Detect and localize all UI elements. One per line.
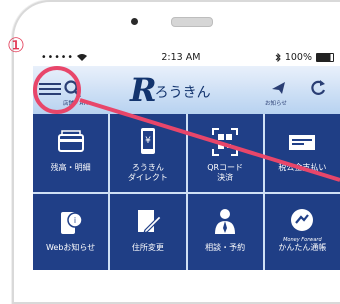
- step-number-badge: ①: [7, 33, 25, 57]
- battery-icon: [315, 52, 334, 62]
- highlight-circle: [33, 66, 81, 114]
- svg-text:¥: ¥: [145, 136, 151, 146]
- rokin-logo: R ろうきん: [130, 71, 211, 109]
- tile-label: 住所変更: [131, 243, 164, 252]
- tile-label: かんたん通帳: [278, 243, 327, 252]
- bluetooth-icon: [275, 52, 281, 62]
- menu-grid: 残高・明細 ¥ ろうきん ダイレクト QRコード 決済 税公金支払い i Web…: [33, 114, 340, 270]
- notice-label: お知らせ: [265, 101, 287, 107]
- wifi-icon: [77, 54, 88, 61]
- tile-tax[interactable]: 税公金支払い: [264, 114, 340, 192]
- tile-label: 税公金支払い: [278, 163, 327, 172]
- ticket-icon: [289, 135, 316, 150]
- speaker-grille: [171, 17, 213, 27]
- tile-label: ろうきん ダイレクト: [127, 163, 168, 182]
- refresh-icon[interactable]: [309, 79, 327, 97]
- status-bar: ••••• 2:13 AM 100%: [33, 48, 340, 66]
- edit-icon: [137, 210, 162, 234]
- camera-icon: [131, 18, 138, 25]
- phone-icon: ¥: [140, 128, 155, 154]
- status-time: 2:13 AM: [161, 51, 201, 63]
- tile-direct[interactable]: ¥ ろうきん ダイレクト: [110, 114, 186, 192]
- tile-easy-passbook[interactable]: Money Forward かんたん通帳: [264, 194, 340, 270]
- signal-icon: •••••: [41, 51, 75, 63]
- tile-label: Webお知らせ: [45, 243, 96, 252]
- tile-web-notice[interactable]: i Webお知らせ: [33, 194, 109, 270]
- consult-icon: [215, 209, 236, 234]
- tile-label: 残高・明細: [50, 163, 91, 172]
- money-forward-icon: [291, 209, 314, 231]
- tile-consult[interactable]: 相談・予約: [187, 194, 263, 270]
- tile-balance[interactable]: 残高・明細: [33, 114, 109, 192]
- card-icon: [57, 130, 84, 152]
- web-notice-icon: i: [60, 212, 83, 234]
- tile-label: QRコード 決済: [207, 163, 244, 182]
- battery-percent: 100%: [284, 51, 312, 63]
- qr-icon: [212, 128, 239, 156]
- megaphone-icon[interactable]: [271, 80, 287, 96]
- svg-text:i: i: [74, 216, 76, 225]
- tile-label: 相談・予約: [205, 243, 246, 252]
- tile-qr[interactable]: QRコード 決済: [187, 114, 263, 192]
- tile-address-change[interactable]: 住所変更: [110, 194, 186, 270]
